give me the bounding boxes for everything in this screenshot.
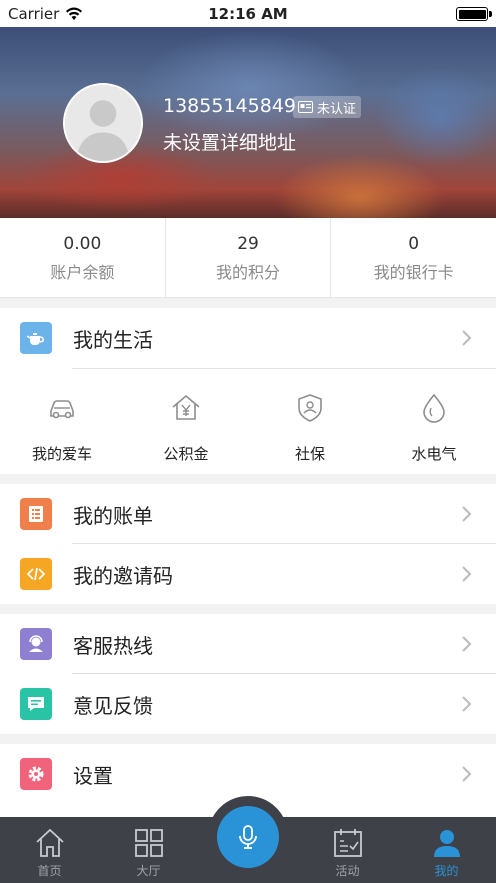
life-grid: 我的爱车 公积金 社保 水电气 [0,369,496,474]
menu-row-feedback[interactable]: 意见反馈 [0,674,496,734]
status-time: 12:16 AM [208,4,288,23]
stat-bank-cards[interactable]: 0 我的银行卡 [331,218,496,297]
address-text[interactable]: 未设置详细地址 [163,128,296,155]
grid-label: 公积金 [163,445,209,463]
phone-number: 13855145849 [163,95,296,117]
menu-group-bills: 我的账单 我的邀请码 [0,484,496,604]
chevron-right-icon [462,766,472,782]
social-security-icon [298,394,322,422]
chevron-right-icon [462,506,472,522]
stat-balance[interactable]: 0.00 账户余额 [0,218,166,297]
id-card-icon [298,101,313,113]
profile-header: 13855145849 未认证 未设置详细地址 [0,27,496,218]
tab-home[interactable]: 首页 [0,817,99,879]
feedback-icon [20,688,52,720]
life-section: 我的生活 [0,308,496,369]
grid-item-my-car[interactable]: 我的爱车 [0,369,124,474]
stat-value: 0 [408,234,420,254]
grid-icon [134,829,163,857]
housing-fund-icon [172,394,200,420]
verification-badge-label: 未认证 [317,101,357,117]
chevron-right-icon [462,636,472,652]
utility-drop-icon [423,393,445,423]
menu-label: 意见反馈 [73,693,153,718]
chevron-right-icon [462,696,472,712]
stat-label: 我的银行卡 [373,263,454,282]
menu-label: 我的生活 [73,327,153,352]
grid-label: 我的爱车 [31,445,92,463]
customer-service-icon [20,628,52,660]
chevron-right-icon [462,330,472,346]
grid-item-housing-fund[interactable]: 公积金 [124,369,248,474]
stat-value: 29 [237,234,259,254]
settings-icon [20,758,52,790]
menu-label: 我的账单 [73,503,153,528]
stat-label: 我的积分 [216,263,281,282]
stat-label: 账户余额 [50,263,115,282]
microphone-icon [239,825,257,849]
chevron-right-icon [462,566,472,582]
menu-row-settings[interactable]: 设置 [0,744,496,804]
account-stats: 0.00 账户余额 29 我的积分 0 我的银行卡 [0,218,496,298]
tab-hall[interactable]: 大厅 [99,817,198,879]
menu-row-my-life[interactable]: 我的生活 [0,308,496,368]
calendar-icon [333,829,362,857]
tab-mine[interactable]: 我的 [397,817,496,879]
menu-row-invite-code[interactable]: 我的邀请码 [0,544,496,604]
tab-label: 大厅 [136,864,161,878]
grid-label: 社保 [294,445,325,463]
menu-label: 设置 [73,763,113,788]
tab-activity[interactable]: 活动 [298,817,397,879]
status-bar: Carrier 12:16 AM [0,0,496,27]
car-icon [50,400,74,419]
avatar[interactable] [63,83,143,163]
menu-row-bills[interactable]: 我的账单 [0,484,496,544]
menu-label: 我的邀请码 [73,563,173,588]
code-icon [20,558,52,590]
verification-badge[interactable]: 未认证 [293,96,362,118]
grid-label: 水电气 [411,445,457,463]
teapot-icon [20,322,52,354]
bill-icon [20,498,52,530]
stat-value: 0.00 [63,234,102,254]
avatar-placeholder-icon [65,85,141,161]
voice-button[interactable] [217,806,279,868]
menu-row-customer-service[interactable]: 客服热线 [0,614,496,674]
menu-group-support: 客服热线 意见反馈 [0,614,496,734]
grid-item-utilities[interactable]: 水电气 [372,369,496,474]
menu-label: 客服热线 [73,633,153,658]
user-icon [433,830,460,857]
tab-label: 首页 [37,864,62,878]
stat-points[interactable]: 29 我的积分 [166,218,332,297]
home-icon [35,828,64,857]
tab-label: 活动 [335,864,360,878]
tab-label: 我的 [434,864,459,878]
grid-item-social-security[interactable]: 社保 [248,369,372,474]
battery-icon [456,7,492,21]
